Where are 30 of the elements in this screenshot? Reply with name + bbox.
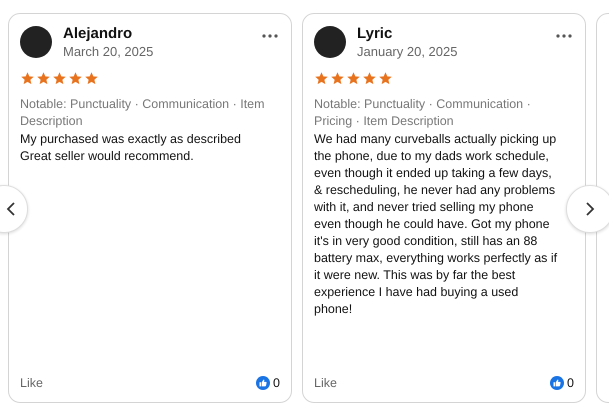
like-count: 0	[567, 376, 574, 390]
review-text: My purchased was exactly as described Great seller would recommend.	[20, 131, 242, 165]
reviewer-name: Alejandro	[63, 25, 134, 42]
notable-tags: Notable: Punctuality · Communication · Item Description	[20, 96, 280, 130]
review-date: January 20, 2025	[357, 44, 458, 59]
star-icon	[362, 71, 377, 86]
star-icon	[52, 71, 67, 86]
notable-tags: Notable: Punctuality · Communication · Pricing · Item Description	[314, 96, 574, 130]
thumbs-up-icon	[256, 376, 270, 390]
star-icon	[36, 71, 51, 86]
chevron-left-icon	[6, 201, 16, 217]
star-icon	[84, 71, 99, 86]
chevron-right-icon	[585, 201, 595, 217]
star-icon	[68, 71, 83, 86]
star-icon	[378, 71, 393, 86]
avatar	[20, 26, 52, 58]
star-icon	[20, 71, 35, 86]
thumbs-up-icon	[550, 376, 564, 390]
avatar	[314, 26, 346, 58]
reviewer-name: Lyric	[357, 25, 394, 42]
more-options-icon[interactable]	[262, 34, 278, 38]
review-date: March 20, 2025	[63, 44, 154, 59]
like-link[interactable]: Like	[314, 376, 337, 390]
star-icon	[330, 71, 345, 86]
star-icon	[346, 71, 361, 86]
review-text: We had many curveballs actually picking up the phone, due to my dads work schedule, even though it ended up taking a few days, & rescheduling, he never had any problems with it, and never tried selling my phone even though he could have. Got my phone it's in very good condition, still has an 88 battery max, everything works perfectly as if it were new. This was by far the best experience I have had buying a used phone!	[314, 131, 558, 318]
like-count: 0	[273, 376, 280, 390]
more-options-icon[interactable]	[556, 34, 572, 38]
like-link[interactable]: Like	[20, 376, 43, 390]
star-icon	[314, 71, 329, 86]
